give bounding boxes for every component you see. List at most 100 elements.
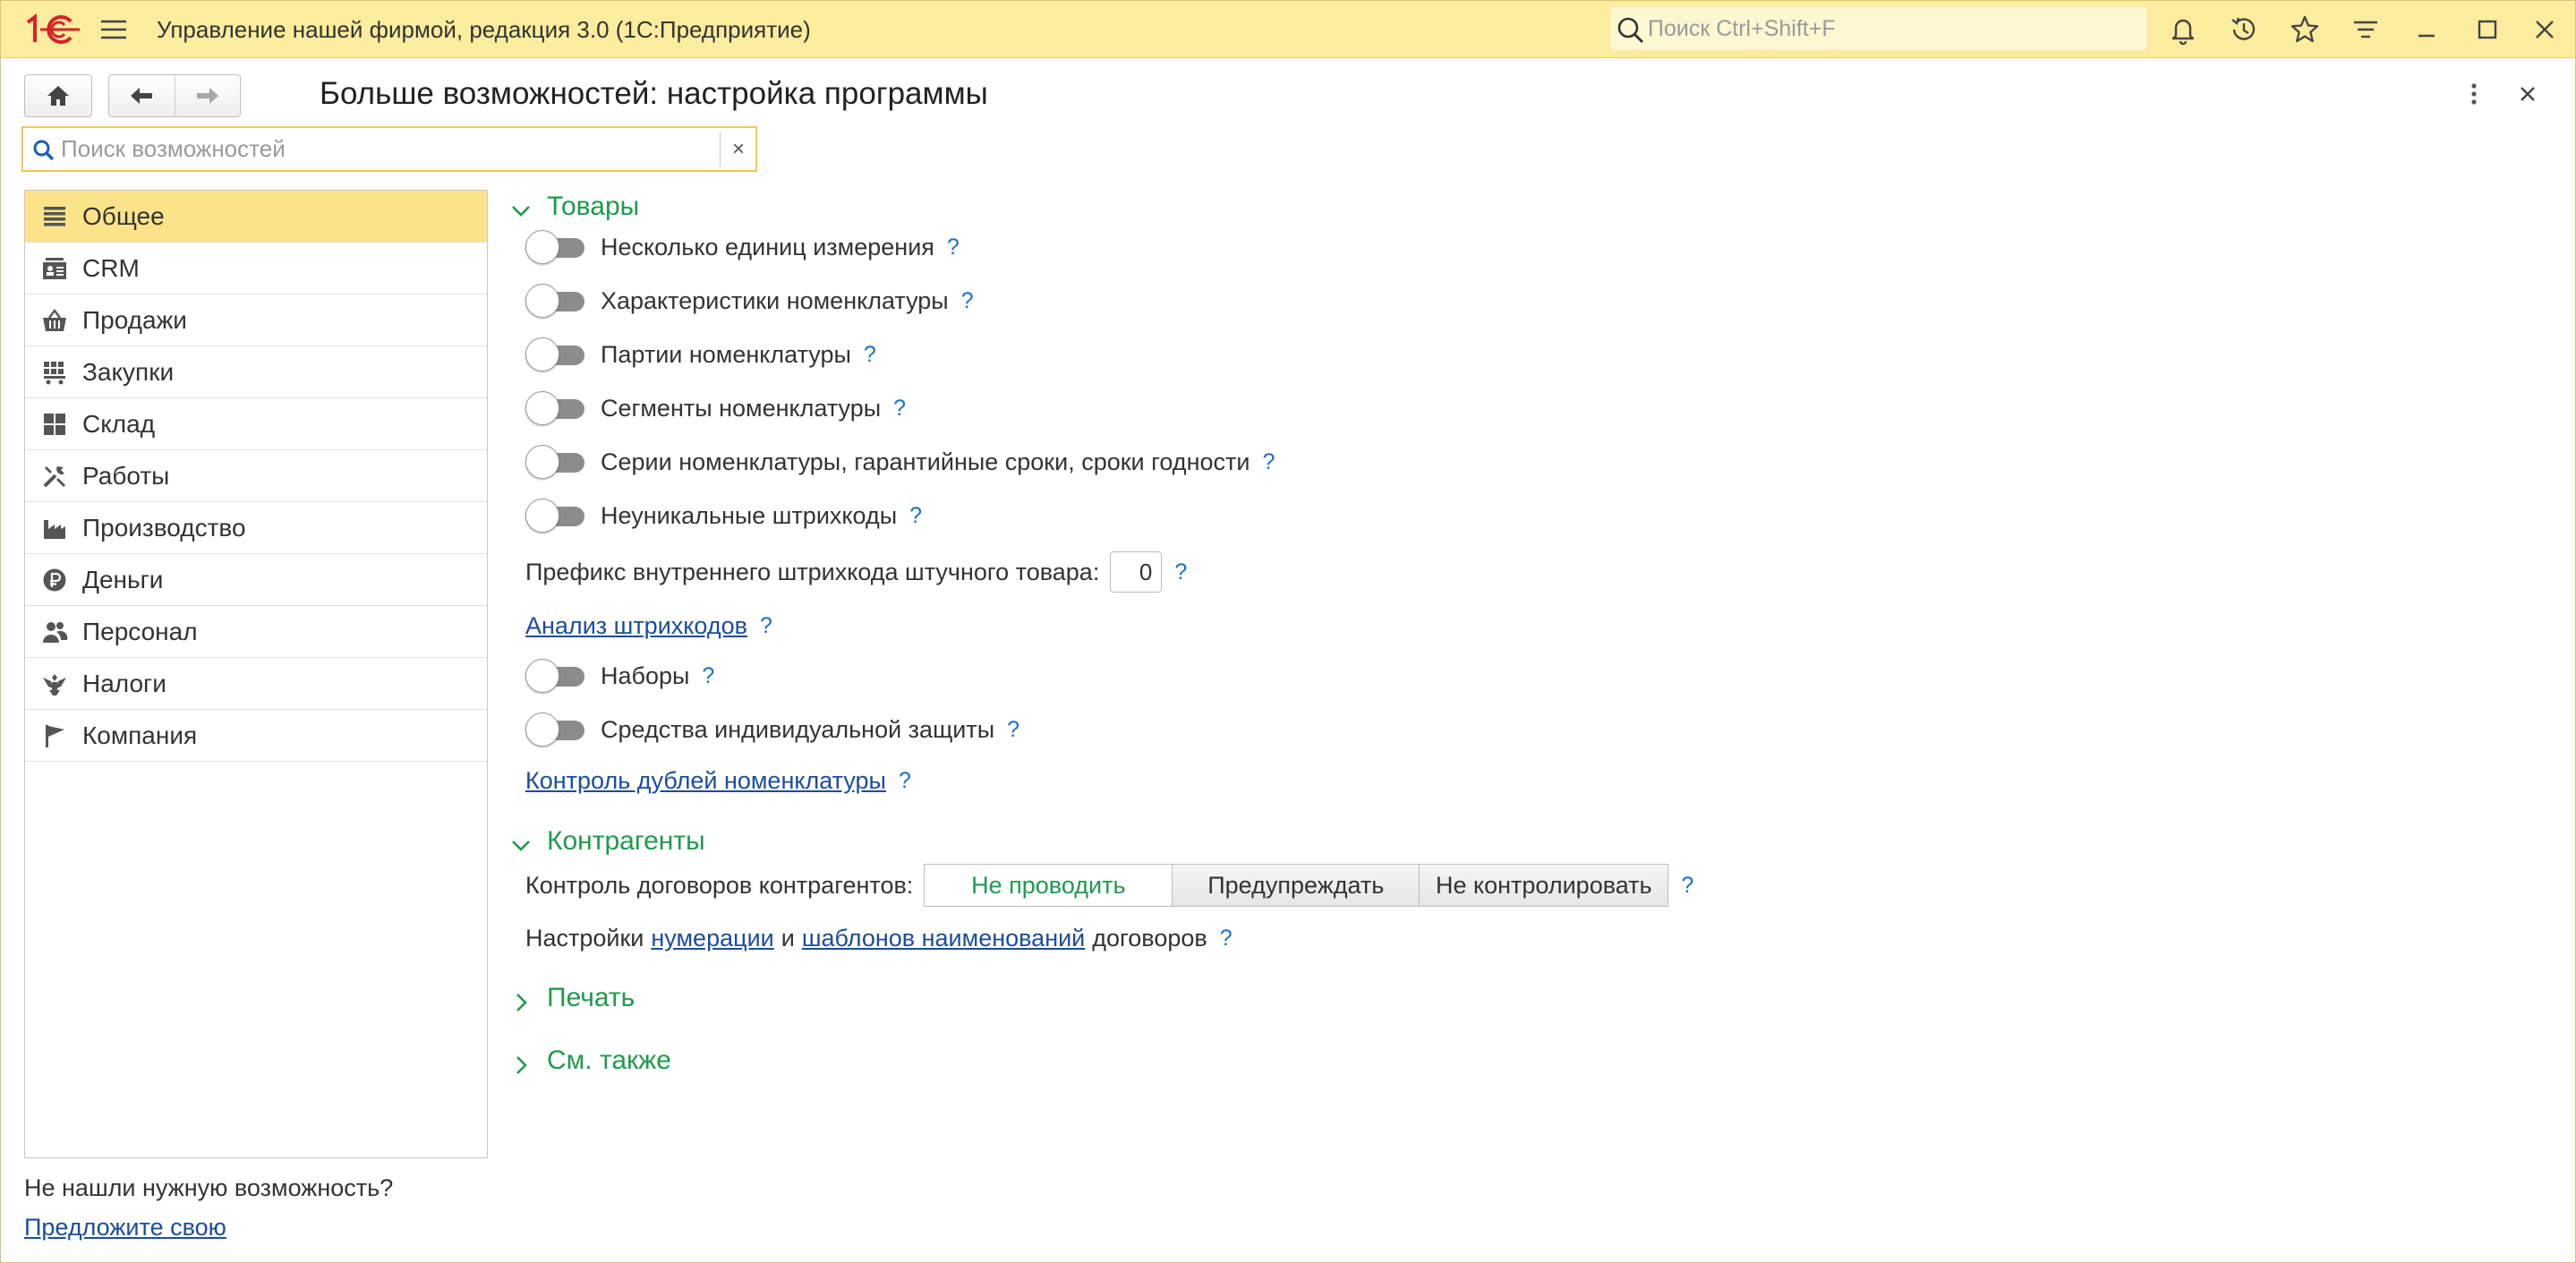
- help-icon[interactable]: ?: [1007, 717, 1019, 743]
- group-title: См. также: [547, 1045, 671, 1075]
- functions-menu-icon[interactable]: [2348, 12, 2384, 47]
- ruble-icon: [41, 567, 68, 593]
- option-do-not-post[interactable]: Не проводить: [924, 864, 1173, 907]
- numbering-link[interactable]: нумерации: [651, 925, 773, 952]
- divider: [720, 132, 721, 166]
- feature-search-input[interactable]: [61, 128, 737, 170]
- warehouse-icon: [41, 411, 68, 438]
- barcode-prefix-label: Префикс внутреннего штрихкода штучного т…: [525, 558, 1100, 585]
- group-counterparties-header[interactable]: Контрагенты: [509, 822, 705, 861]
- emblem-icon: [41, 670, 68, 697]
- app-title: Управление нашей фирмой, редакция 3.0 (1…: [157, 16, 811, 43]
- chevron-down-icon: [509, 195, 533, 218]
- suggest-feature-link[interactable]: Предложите свою: [24, 1209, 226, 1245]
- list-icon: [41, 203, 68, 230]
- navigation-buttons: [108, 74, 241, 117]
- sidebar-item-general[interactable]: Общее: [25, 191, 487, 243]
- toggle-switch[interactable]: [525, 337, 588, 371]
- toggle-label: Сегменты номенклатуры: [601, 394, 882, 422]
- forward-button[interactable]: [174, 75, 241, 116]
- toggle-switch[interactable]: [525, 230, 588, 264]
- sidebar-item-label: CRM: [82, 254, 140, 282]
- help-icon[interactable]: ?: [864, 342, 876, 368]
- barcode-prefix-row: Префикс внутреннего штрихкода штучного т…: [525, 550, 1187, 594]
- sidebar-item-label: Продажи: [82, 306, 187, 334]
- help-icon[interactable]: ?: [947, 235, 960, 260]
- back-button[interactable]: [109, 75, 175, 116]
- help-icon[interactable]: ?: [893, 396, 906, 422]
- help-icon[interactable]: ?: [1174, 559, 1187, 585]
- name-templates-link[interactable]: шаблонов наименований: [802, 925, 1085, 952]
- flag-icon: [41, 722, 68, 749]
- app-window: Управление нашей фирмой, редакция 3.0 (1…: [0, 0, 2576, 1263]
- help-icon[interactable]: ?: [1220, 926, 1233, 952]
- group-print-header[interactable]: Печать: [509, 978, 635, 1018]
- sidebar-item-label: Деньги: [82, 566, 164, 593]
- help-icon[interactable]: ?: [961, 288, 974, 314]
- sidebar-item-label: Персонал: [82, 618, 198, 645]
- sidebar-item-company[interactable]: Компания: [25, 710, 487, 762]
- sidebar-item-crm[interactable]: CRM: [25, 243, 487, 294]
- help-icon[interactable]: ?: [1681, 873, 1693, 899]
- option-do-not-control[interactable]: Не контролировать: [1420, 864, 1669, 907]
- toggle-row-segments: Сегменты номенклатуры ?: [525, 386, 906, 431]
- cart-icon: [41, 359, 68, 386]
- option-warn[interactable]: Предупреждать: [1173, 864, 1420, 907]
- duplicates-control-link[interactable]: Контроль дублей номенклатуры: [525, 767, 886, 795]
- global-search-placeholder: Поиск Ctrl+Shift+F: [1648, 16, 1836, 41]
- global-search-field[interactable]: Поиск Ctrl+Shift+F: [1610, 7, 2147, 50]
- toggle-label: Наборы: [601, 661, 690, 689]
- sidebar-item-warehouse[interactable]: Склад: [25, 398, 487, 450]
- feature-search-field[interactable]: ×: [21, 126, 757, 172]
- clear-search-button[interactable]: ×: [721, 128, 755, 170]
- chevron-right-icon: [509, 1049, 533, 1074]
- barcode-analysis-link[interactable]: Анализ штрихкодов: [525, 612, 747, 640]
- minimize-icon[interactable]: [2409, 12, 2444, 47]
- main-menu-icon[interactable]: [99, 15, 128, 44]
- group-goods-header[interactable]: Товары: [509, 187, 639, 226]
- sidebar-item-purchases[interactable]: Закупки: [25, 346, 487, 398]
- group-see-also-header[interactable]: См. также: [509, 1041, 671, 1080]
- search-icon: [1616, 15, 1646, 46]
- more-actions-icon[interactable]: [2459, 76, 2489, 112]
- sidebar-item-label: Склад: [82, 410, 156, 438]
- notifications-bell-icon[interactable]: [2165, 12, 2201, 47]
- sidebar-item-money[interactable]: Деньги: [25, 554, 487, 606]
- maximize-icon[interactable]: [2469, 12, 2505, 47]
- home-button[interactable]: [24, 74, 92, 117]
- toggle-row-ppe: Средства индивидуальной защиты ?: [525, 707, 1019, 752]
- app-logo[interactable]: [22, 10, 81, 49]
- contracts-control-label: Контроль договоров контрагентов:: [525, 871, 914, 899]
- barcode-prefix-input[interactable]: 0: [1110, 551, 1163, 593]
- help-icon[interactable]: ?: [702, 663, 714, 689]
- chevron-down-icon: [509, 830, 533, 853]
- toggle-switch[interactable]: [525, 391, 588, 425]
- toggle-switch[interactable]: [525, 713, 588, 747]
- sidebar-item-sales[interactable]: Продажи: [25, 294, 487, 346]
- toggle-switch[interactable]: [525, 659, 588, 693]
- sidebar-item-works[interactable]: Работы: [25, 450, 487, 502]
- search-icon: [32, 139, 55, 162]
- toggle-switch[interactable]: [525, 445, 588, 479]
- sidebar-item-production[interactable]: Производство: [25, 502, 487, 554]
- sidebar-item-personnel[interactable]: Персонал: [25, 606, 487, 658]
- duplicates-control-row: Контроль дублей номенклатуры ?: [525, 758, 911, 803]
- help-icon[interactable]: ?: [760, 613, 772, 639]
- and-text: и: [780, 924, 795, 952]
- sidebar-item-taxes[interactable]: Налоги: [25, 658, 487, 710]
- sidebar-item-label: Налоги: [82, 670, 166, 697]
- not-found-text: Не нашли нужную возможность?: [24, 1174, 394, 1201]
- window-close-icon[interactable]: [2527, 12, 2563, 47]
- help-icon[interactable]: ?: [909, 503, 922, 529]
- home-icon: [47, 86, 69, 106]
- toggle-switch[interactable]: [525, 284, 588, 318]
- help-icon[interactable]: ?: [899, 768, 911, 794]
- form-close-icon[interactable]: [2512, 76, 2543, 112]
- crm-icon: [41, 255, 68, 282]
- history-icon[interactable]: [2226, 12, 2262, 47]
- toggle-switch[interactable]: [525, 499, 588, 533]
- title-bar: Управление нашей фирмой, редакция 3.0 (1…: [1, 1, 2575, 58]
- favorites-star-icon[interactable]: [2287, 12, 2323, 47]
- arrow-right-icon: [196, 88, 218, 104]
- help-icon[interactable]: ?: [1262, 449, 1275, 475]
